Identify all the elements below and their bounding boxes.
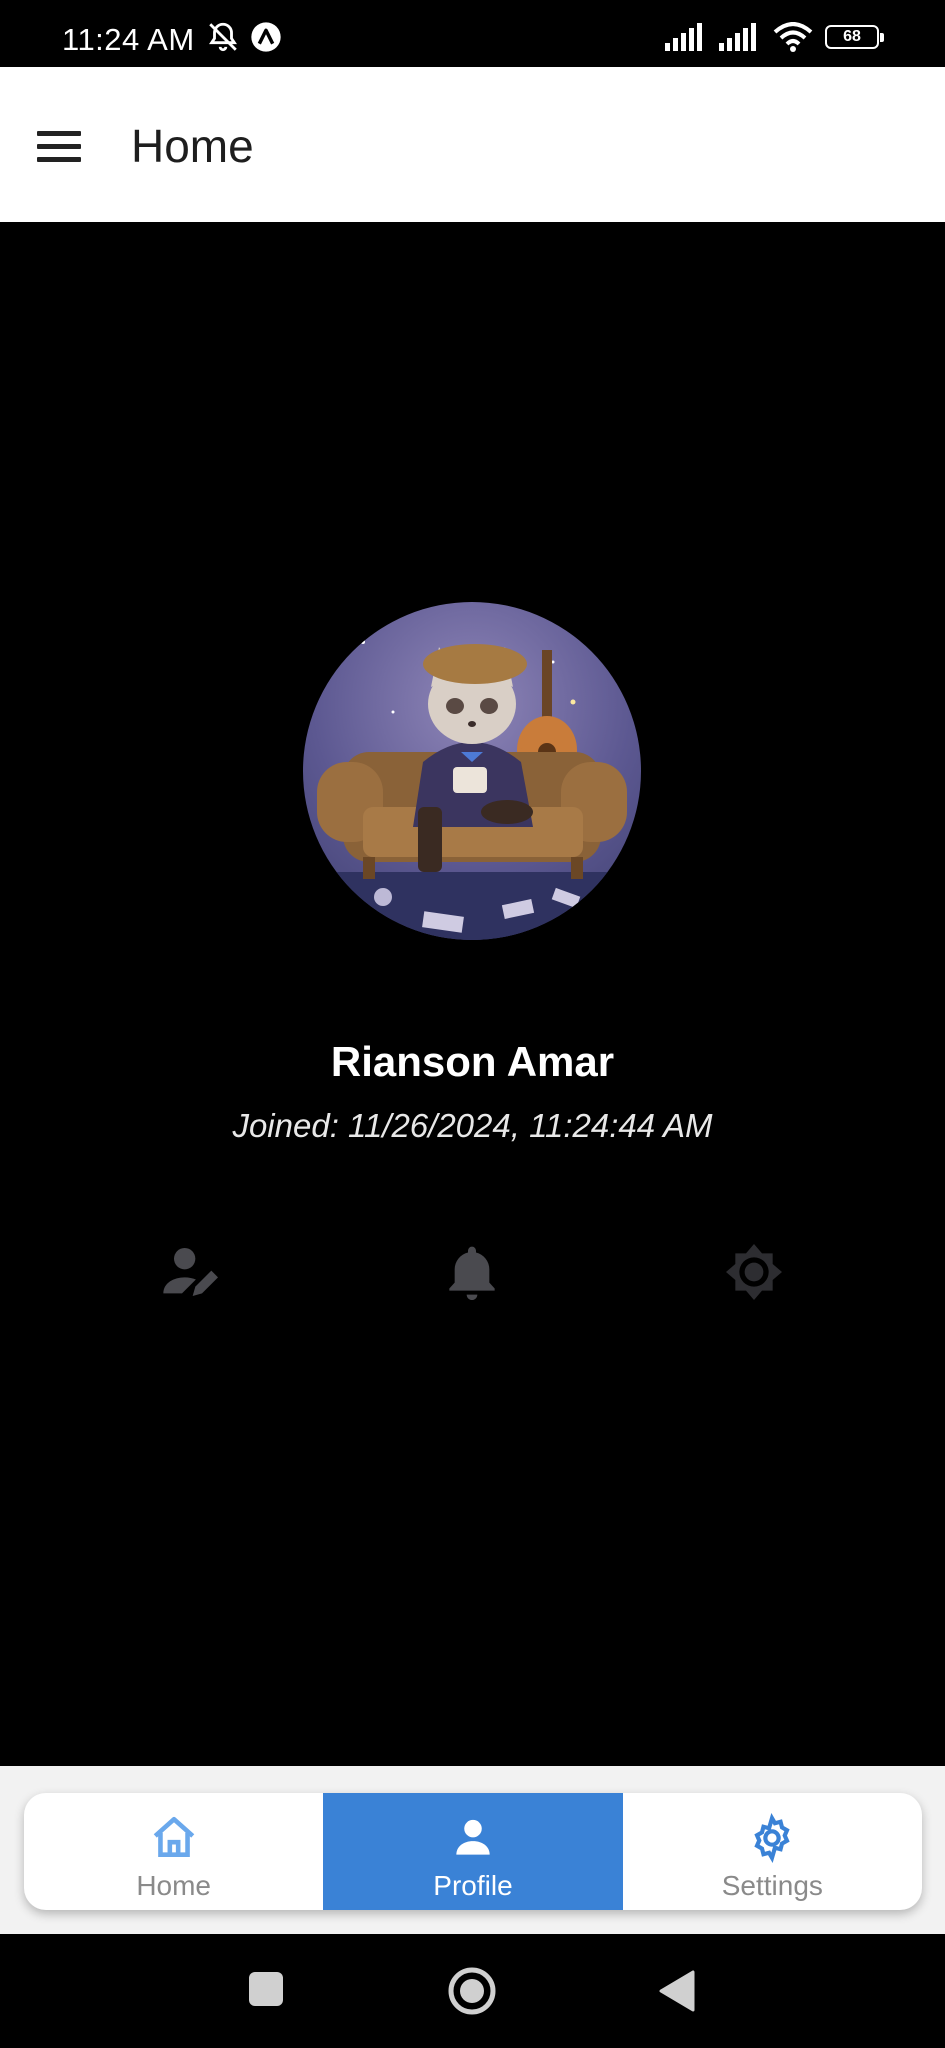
- hamburger-menu-icon[interactable]: [30, 121, 90, 171]
- wifi-icon: [773, 22, 813, 52]
- status-time: 11:24 AM: [62, 22, 195, 57]
- status-left-icons: [206, 20, 282, 54]
- signal-icon: [719, 23, 756, 51]
- back-triangle-icon[interactable]: [657, 1970, 697, 2012]
- battery-icon: 68: [825, 25, 884, 49]
- app-notification-icon: [251, 22, 281, 52]
- system-nav-bar: [0, 1934, 945, 2048]
- bell-off-icon: [209, 22, 237, 52]
- home-icon: [153, 1816, 194, 1857]
- status-right-icons: 68: [665, 22, 884, 52]
- brightness-icon[interactable]: [722, 1240, 786, 1304]
- avatar-illustration: [303, 640, 641, 940]
- nav-label-home: Home: [136, 1870, 212, 1901]
- recents-square-icon[interactable]: [247, 1970, 285, 2008]
- edit-profile-icon[interactable]: [158, 1240, 222, 1304]
- user-name: Rianson Amar: [330, 1038, 615, 1085]
- nav-item-settings[interactable]: Settings: [623, 1793, 922, 1910]
- battery-level: 68: [843, 28, 861, 45]
- nav-item-profile[interactable]: Profile: [323, 1793, 623, 1910]
- status-bar: 11:24 AM 68: [0, 0, 945, 67]
- bottom-nav: Home Profile Settings: [24, 1793, 922, 1910]
- person-icon: [456, 1819, 490, 1855]
- page-title: Home: [131, 120, 254, 172]
- notifications-bell-icon[interactable]: [440, 1240, 504, 1304]
- gear-icon: [754, 1813, 790, 1863]
- avatar: [303, 602, 641, 940]
- nav-label-settings: Settings: [721, 1870, 823, 1901]
- nav-label-profile: Profile: [433, 1870, 513, 1901]
- nav-item-home[interactable]: Home: [24, 1793, 323, 1910]
- joined-date: Joined: 11/26/2024, 11:24:44 AM: [232, 1107, 713, 1144]
- app-bar: Home: [0, 67, 945, 222]
- signal-icon: [665, 23, 702, 51]
- home-circle-icon[interactable]: [447, 1966, 497, 2016]
